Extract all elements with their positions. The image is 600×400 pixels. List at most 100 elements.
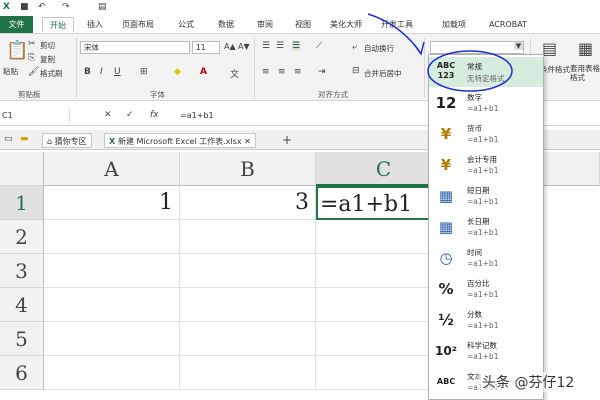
undo-icon[interactable]: ↶ (38, 2, 46, 12)
indent-icon[interactable]: ⇥ (318, 67, 326, 77)
select-all-corner[interactable] (0, 152, 44, 186)
tab-home[interactable]: 开始 (42, 17, 74, 32)
format-painter-icon: 🖌 (28, 67, 40, 77)
phonetic-icon[interactable]: 文 (230, 67, 239, 80)
close-icon[interactable]: ✕ (244, 137, 251, 146)
format-option-preview: =a1+b1 (467, 352, 499, 361)
tab-formulas[interactable]: 公式 (168, 17, 204, 32)
customize-icon[interactable]: ▤ (98, 2, 107, 12)
document-icon[interactable]: ▭ (4, 134, 13, 144)
underline-icon[interactable]: U (114, 67, 121, 77)
format-option-general[interactable]: ABC 123 常规 无特定格式 (429, 57, 543, 87)
wrap-text-icon: ⤶ (352, 42, 358, 52)
format-option-label: 会计专用 (467, 155, 497, 164)
general-format-icon: ABC 123 (436, 61, 456, 80)
format-as-table-icon[interactable]: ▦ (578, 39, 593, 58)
redo-icon[interactable]: ↷ (62, 2, 70, 12)
paste-button[interactable]: 粘贴 (3, 66, 18, 77)
cell[interactable] (180, 220, 316, 254)
cell[interactable] (180, 254, 316, 288)
format-option-short-date[interactable]: ▦ 短日期 =a1+b1 (429, 181, 543, 211)
separator (254, 38, 255, 98)
italic-icon[interactable]: I (100, 67, 103, 77)
function-icon[interactable]: fx (150, 110, 159, 120)
merge-center-button[interactable]: 合并后居中 (364, 68, 402, 79)
chevron-down-icon[interactable]: ▼ (514, 42, 523, 50)
increase-font-icon[interactable]: A▲ (224, 42, 236, 51)
conditional-format-icon[interactable]: ▤ (542, 39, 557, 58)
conditional-format-button[interactable]: 条件格式 (540, 64, 570, 75)
format-option-number[interactable]: 12 数字 =a1+b1 (429, 88, 543, 118)
tab-review[interactable]: 审阅 (248, 17, 282, 32)
workbook-tab-home[interactable]: ⌂ 猜你专区 (42, 133, 92, 148)
cell-b1[interactable]: 3 (180, 186, 316, 220)
format-option-preview: =a1+b1 (467, 135, 499, 144)
tab-page-layout[interactable]: 页面布局 (114, 17, 162, 32)
row-header-5[interactable]: 5 (0, 322, 44, 356)
bold-icon[interactable]: B (84, 67, 91, 77)
tab-insert[interactable]: 插入 (80, 17, 110, 32)
tab-addins[interactable]: 加载项 (436, 17, 472, 32)
align-left-icon[interactable]: ≡ (262, 67, 270, 77)
name-box[interactable]: C1 (0, 109, 70, 123)
cell[interactable] (44, 322, 180, 356)
column-header-b[interactable]: B (180, 152, 316, 186)
fill-color-icon[interactable]: ◆ (174, 67, 181, 77)
cell[interactable] (44, 254, 180, 288)
align-center-icon[interactable]: ≡ (278, 67, 286, 77)
wrap-text-button[interactable]: 自动换行 (364, 43, 394, 54)
tab-file[interactable]: 文件 (0, 16, 33, 33)
tab-developer[interactable]: 开发工具 (374, 17, 420, 32)
format-painter-button[interactable]: 格式刷 (40, 68, 63, 79)
workbook-tab-file[interactable]: X 新建 Microsoft Excel 工作表.xlsx ✕ (104, 133, 256, 148)
row-header-4[interactable]: 4 (0, 288, 44, 322)
cancel-icon[interactable]: ✕ (104, 110, 112, 120)
orientation-icon[interactable]: ⟋ (316, 41, 322, 51)
tab-view[interactable]: 视图 (286, 17, 320, 32)
format-option-preview: =a1+b1 (467, 259, 499, 268)
folder-icon[interactable]: ▬ (20, 134, 29, 144)
cell[interactable] (44, 288, 180, 322)
cell-a1[interactable]: 1 (44, 186, 180, 220)
cut-button[interactable]: 剪切 (40, 40, 55, 51)
enter-icon[interactable]: ✓ (126, 110, 134, 120)
row-header-3[interactable]: 3 (0, 254, 44, 288)
tab-beautify[interactable]: 美化大师 (322, 17, 370, 32)
cell[interactable] (180, 288, 316, 322)
font-size-select[interactable]: 11 (192, 41, 220, 54)
font-color-icon[interactable]: A (200, 67, 207, 77)
align-right-icon[interactable]: ≡ (294, 67, 302, 77)
excel-file-icon: X (109, 137, 118, 146)
row-header-2[interactable]: 2 (0, 220, 44, 254)
watermark: 头条 @芬仔12 (478, 372, 579, 392)
font-name-select[interactable]: 宋体 (80, 41, 190, 54)
format-option-currency[interactable]: ¥ 货币 =a1+b1 (429, 119, 543, 149)
align-middle-icon[interactable]: ☰ (276, 41, 284, 51)
decrease-font-icon[interactable]: A▼ (238, 42, 250, 51)
paste-icon[interactable]: 📋 (6, 40, 28, 61)
save-icon[interactable]: ■ (20, 2, 29, 12)
format-option-fraction[interactable]: ½ 分数 =a1+b1 (429, 305, 543, 335)
format-option-time[interactable]: ◷ 时间 =a1+b1 (429, 243, 543, 273)
row-header-6[interactable]: 6 (0, 356, 44, 390)
format-as-table-button[interactable]: 套用表格格式 (570, 64, 600, 82)
format-option-percentage[interactable]: % 百分比 =a1+b1 (429, 274, 543, 304)
number-format-select[interactable] (430, 41, 524, 54)
cell[interactable] (180, 356, 316, 390)
format-option-scientific[interactable]: 10² 科学记数 =a1+b1 (429, 336, 543, 366)
row-header-1[interactable]: 1 (0, 186, 44, 220)
cell[interactable] (180, 322, 316, 356)
format-option-long-date[interactable]: ▦ 长日期 =a1+b1 (429, 212, 543, 242)
tab-data[interactable]: 数据 (208, 17, 244, 32)
align-bottom-icon[interactable]: ☰ (292, 41, 301, 51)
border-icon[interactable]: ⊞ (140, 67, 148, 77)
align-top-icon[interactable]: ☰ (262, 41, 270, 51)
cell[interactable] (44, 220, 180, 254)
column-header-a[interactable]: A (44, 152, 180, 186)
formula-input[interactable]: =a1+b1 (180, 109, 214, 123)
new-tab-icon[interactable]: + (282, 133, 292, 147)
tab-acrobat[interactable]: ACROBAT (480, 17, 536, 32)
cell[interactable] (44, 356, 180, 390)
copy-button[interactable]: 复制 (40, 54, 55, 65)
format-option-accounting[interactable]: ¥ 会计专用 =a1+b1 (429, 150, 543, 180)
